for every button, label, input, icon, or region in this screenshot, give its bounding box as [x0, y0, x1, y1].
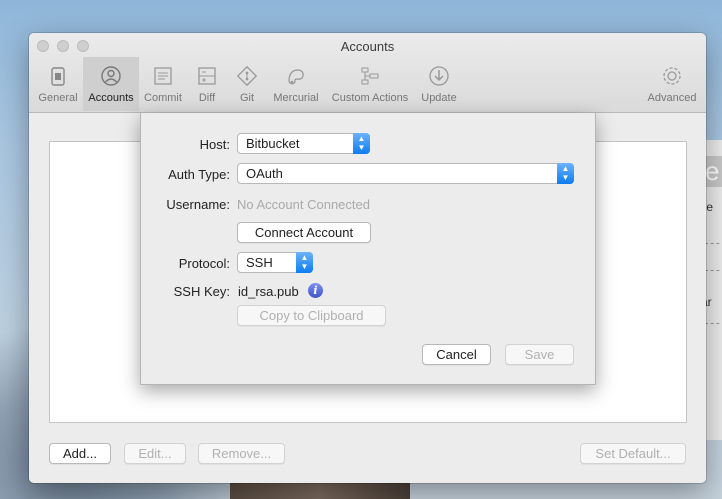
toolbar-accounts-label: Accounts: [88, 92, 134, 104]
popup-arrows-icon: ▲ ▼: [296, 252, 313, 273]
username-value: No Account Connected: [237, 197, 370, 212]
auth-type-select[interactable]: OAuth ▲ ▼: [237, 163, 574, 184]
popup-arrows-icon: ▲ ▼: [353, 133, 370, 154]
diff-icon: [198, 67, 216, 85]
titlebar: Accounts General Accounts Commit Diff Gi…: [29, 33, 706, 113]
mercurial-icon: [288, 69, 304, 85]
toolbar-mercurial[interactable]: Mercurial: [267, 57, 325, 111]
toolbar-git-label: Git: [239, 92, 255, 104]
toolbar-mercurial-label: Mercurial: [273, 92, 319, 104]
background-window-divider: [705, 270, 722, 271]
general-icon: [51, 67, 65, 86]
ssh-key-label: SSH Key:: [173, 284, 230, 299]
toolbar-diff-label: Diff: [198, 92, 216, 104]
host-select-value: Bitbucket: [246, 136, 300, 151]
toolbar-commit-label: Commit: [144, 92, 182, 104]
edit-account-button[interactable]: Edit...: [124, 443, 186, 464]
set-default-button[interactable]: Set Default...: [580, 443, 686, 464]
connect-account-button[interactable]: Connect Account: [237, 222, 371, 243]
protocol-select-value: SSH: [246, 255, 273, 270]
custom-actions-icon: [361, 67, 379, 85]
auth-type-label: Auth Type:: [168, 167, 230, 182]
protocol-select[interactable]: SSH ▲ ▼: [237, 252, 313, 273]
accounts-icon: [101, 66, 121, 86]
toolbar-accounts[interactable]: Accounts: [83, 57, 139, 111]
background-window-divider: [705, 243, 722, 244]
host-select[interactable]: Bitbucket ▲ ▼: [237, 133, 370, 154]
update-icon: [429, 66, 449, 86]
toolbar-diff[interactable]: Diff: [187, 57, 227, 111]
toolbar-custom-actions-label: Custom Actions: [331, 92, 409, 104]
toolbar-update-label: Update: [421, 92, 457, 104]
cancel-button[interactable]: Cancel: [422, 344, 491, 365]
toolbar-general[interactable]: General: [33, 57, 83, 111]
account-sheet: Host: Bitbucket ▲ ▼ Auth Type: OAuth ▲ ▼ U…: [140, 113, 596, 385]
toolbar-advanced-label: Advanced: [647, 92, 697, 104]
add-account-button[interactable]: Add...: [49, 443, 111, 464]
username-label: Username:: [166, 197, 230, 212]
host-label: Host:: [199, 137, 230, 152]
toolbar-advanced[interactable]: Advanced: [641, 57, 703, 111]
protocol-label: Protocol:: [178, 256, 230, 271]
toolbar-custom-actions[interactable]: Custom Actions: [325, 57, 415, 111]
save-button[interactable]: Save: [505, 344, 574, 365]
toolbar-commit[interactable]: Commit: [139, 57, 187, 111]
popup-arrows-icon: ▲ ▼: [557, 163, 574, 184]
ssh-key-value: id_rsa.pub: [238, 284, 299, 299]
toolbar-update[interactable]: Update: [415, 57, 463, 111]
toolbar-git[interactable]: Git: [227, 57, 267, 111]
background-window-divider: [705, 323, 722, 324]
git-icon: [236, 65, 258, 87]
window-title: Accounts: [340, 39, 395, 54]
info-icon[interactable]: i: [308, 283, 323, 298]
copy-to-clipboard-button[interactable]: Copy to Clipboard: [237, 305, 386, 326]
advanced-icon: [663, 67, 681, 85]
commit-icon: [154, 67, 172, 85]
toolbar-general-label: General: [38, 92, 78, 104]
auth-type-select-value: OAuth: [246, 166, 283, 181]
remove-account-button[interactable]: Remove...: [198, 443, 285, 464]
